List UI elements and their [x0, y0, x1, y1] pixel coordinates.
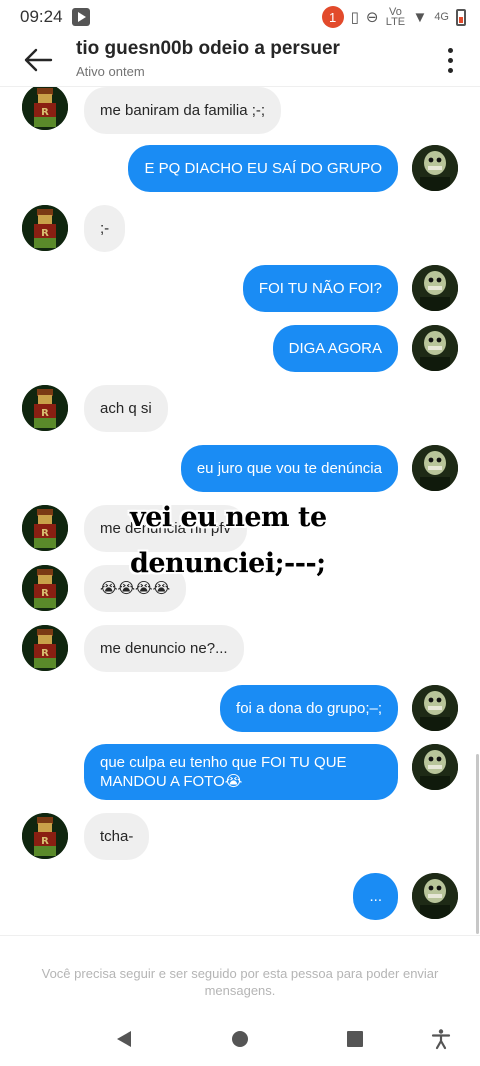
avatar[interactable]: R: [22, 205, 68, 251]
more-options-icon[interactable]: [430, 34, 470, 86]
nav-home-icon[interactable]: [229, 1028, 251, 1050]
system-navigation-bar: [0, 1010, 480, 1066]
svg-text:R: R: [41, 107, 49, 118]
avatar[interactable]: R: [22, 813, 68, 859]
do-not-disturb-icon: ⊖: [365, 9, 379, 26]
activity-status: Ativo ontem: [76, 64, 145, 79]
avatar[interactable]: [412, 873, 458, 919]
message-bubble[interactable]: E PQ DIACHO EU SAÍ DO GRUPO: [128, 145, 398, 192]
overlay-caption: vei eu nem te denunciei;---;: [130, 495, 327, 587]
message-bubble[interactable]: FOI TU NÃO FOI?: [242, 265, 398, 312]
back-button[interactable]: [0, 34, 76, 86]
battery-icon: [456, 8, 466, 26]
avatar[interactable]: R: [22, 565, 68, 611]
overlay-caption-line2: denunciei;---;: [130, 548, 326, 579]
accessibility-icon[interactable]: [430, 1028, 452, 1050]
message-bubble[interactable]: me baniram da familia ;-;: [84, 87, 282, 134]
message-bubble[interactable]: ;-: [84, 205, 126, 252]
network-type: 4G: [434, 11, 449, 23]
message-bubble[interactable]: tcha-: [84, 813, 150, 860]
message-bubble[interactable]: ach q si: [84, 385, 168, 432]
svg-text:R: R: [41, 648, 49, 659]
avatar[interactable]: R: [22, 385, 68, 431]
wifi-icon: ▼: [412, 8, 428, 26]
chat-titles[interactable]: tio guesn00b odeio a persuer Ativo ontem: [76, 34, 430, 79]
status-bar: 09:24 1 ▯ ⊖ Vo LTE ▼ 4G: [0, 0, 480, 34]
message-bubble[interactable]: DIGA AGORA: [272, 325, 398, 372]
scrollbar[interactable]: [476, 754, 479, 934]
svg-text:R: R: [41, 588, 49, 599]
status-icons: 1 ▯ ⊖ Vo LTE ▼ 4G: [321, 6, 466, 28]
avatar[interactable]: [412, 685, 458, 731]
svg-text:R: R: [41, 528, 49, 539]
notification-count-badge: 1: [321, 6, 344, 28]
back-arrow-icon: [24, 48, 53, 72]
message-bubble[interactable]: foi a dona do grupo;–;: [220, 685, 398, 732]
chat-title: tio guesn00b odeio a persuer: [76, 38, 340, 59]
message-bubble[interactable]: me denuncio ne?...: [84, 625, 244, 672]
message-bubble[interactable]: que culpa eu tenho que FOI TU QUE MANDOU…: [84, 744, 398, 800]
vibrate-icon: ▯: [350, 9, 359, 26]
message-bubble[interactable]: ...: [353, 873, 398, 920]
svg-text:R: R: [41, 408, 49, 419]
avatar[interactable]: [412, 744, 458, 790]
avatar[interactable]: [412, 265, 458, 311]
svg-text:R: R: [41, 228, 49, 239]
avatar[interactable]: R: [22, 505, 68, 551]
avatar[interactable]: R: [22, 625, 68, 671]
avatar[interactable]: [412, 145, 458, 191]
messaging-restriction-notice: Você precisa seguir e ser seguido por es…: [41, 966, 439, 998]
nav-recents-icon[interactable]: [344, 1028, 366, 1050]
message-bubble[interactable]: eu juro que vou te denúncia: [180, 445, 398, 492]
app-notification-icon: [71, 8, 90, 26]
avatar[interactable]: R: [22, 87, 68, 130]
volte-label: Vo LTE: [385, 6, 406, 28]
avatar[interactable]: [412, 325, 458, 371]
overlay-caption-line1: vei eu nem te: [130, 502, 327, 533]
status-time: 09:24: [20, 7, 63, 26]
svg-text:R: R: [41, 836, 49, 847]
composer-divider: [0, 935, 480, 936]
avatar[interactable]: [412, 445, 458, 491]
nav-back-icon[interactable]: [113, 1028, 135, 1050]
chat-header: tio guesn00b odeio a persuer Ativo ontem: [0, 34, 480, 86]
